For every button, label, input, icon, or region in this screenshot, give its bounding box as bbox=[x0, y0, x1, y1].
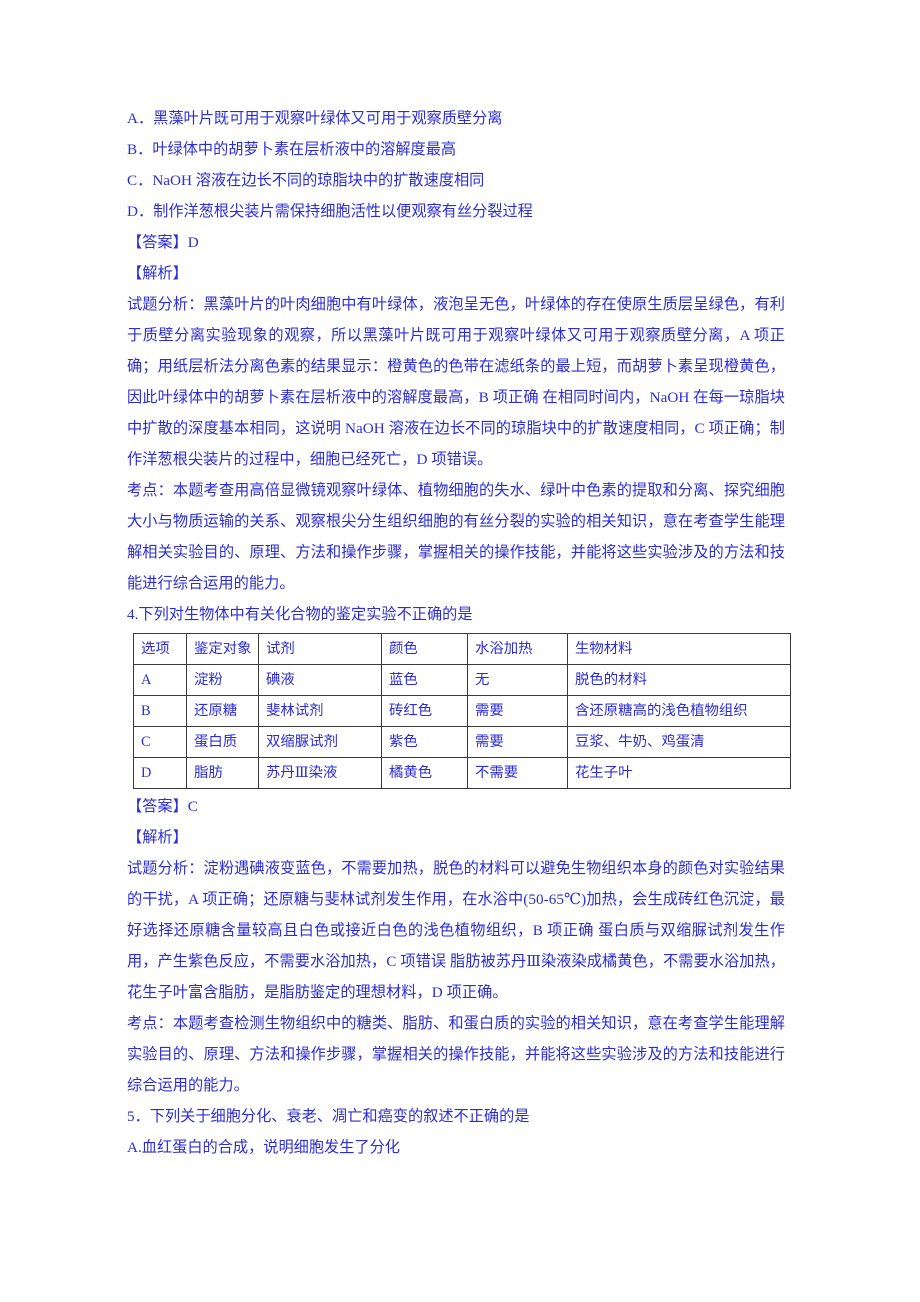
document-page: A．黑藻叶片既可用于观察叶绿体又可用于观察质壁分离 B．叶绿体中的胡萝卜素在层析… bbox=[0, 0, 920, 1302]
q5-option-a-label: A. bbox=[127, 1139, 142, 1156]
table-cell: B bbox=[133, 695, 187, 727]
q3-option-a: A．黑藻叶片既可用于观察叶绿体又可用于观察质壁分离 bbox=[127, 103, 785, 134]
q3-kaodian-paragraph: 考点：本题考查用高倍显微镜观察叶绿体、植物细胞的失水、绿叶中色素的提取和分离、探… bbox=[127, 482, 785, 592]
q4-table: 选项 鉴定对象 试剂 颜色 水浴加热 生物材料 A 淀粉 碘液 蓝色 无 脱色的… bbox=[133, 633, 791, 789]
table-cell: 蛋白质 bbox=[186, 726, 259, 758]
q3-option-d: D．制作洋葱根尖装片需保持细胞活性以便观察有丝分裂过程 bbox=[127, 196, 785, 227]
table-cell: 豆浆、牛奶、鸡蛋清 bbox=[567, 726, 791, 758]
q4-analysis-paragraph: 试题分析：淀粉遇碘液变蓝色，不需要加热，脱色的材料可以避免生物组织本身的颜色对实… bbox=[127, 860, 785, 1001]
q5-option-a-text: 血红蛋白的合成，说明细胞发生了分化 bbox=[141, 1139, 400, 1156]
table-cell: D bbox=[133, 757, 187, 789]
table-cell: 需要 bbox=[467, 695, 568, 727]
q4-kaodian-paragraph: 考点：本题考查检测生物组织中的糖类、脂肪、和蛋白质的实验的相关知识，意在考查学生… bbox=[127, 1015, 785, 1094]
q3-option-b: B．叶绿体中的胡萝卜素在层析液中的溶解度最高 bbox=[127, 134, 785, 165]
table-cell: 紫色 bbox=[381, 726, 468, 758]
table-cell: 含还原糖高的浅色植物组织 bbox=[567, 695, 791, 727]
table-cell: 脱色的材料 bbox=[567, 664, 791, 696]
table-cell: 不需要 bbox=[467, 757, 568, 789]
table-header-cell: 生物材料 bbox=[567, 633, 791, 665]
q3-analysis-paragraph: 试题分析：黑藻叶片的叶肉细胞中有叶绿体，液泡呈无色，叶绿体的存在使原生质层呈绿色… bbox=[127, 296, 785, 468]
q3-option-b-text: 叶绿体中的胡萝卜素在层析液中的溶解度最高 bbox=[152, 141, 457, 158]
table-cell: C bbox=[133, 726, 187, 758]
q5-stem: 5．下列关于细胞分化、衰老、凋亡和癌变的叙述不正确的是 bbox=[127, 1108, 530, 1125]
q3-analysis-label: 【解析】 bbox=[127, 265, 188, 282]
q3-option-c: C．NaOH 溶液在边长不同的琼脂块中的扩散速度相同 bbox=[127, 165, 785, 196]
q3-option-c-text: NaOH 溶液在边长不同的琼脂块中的扩散速度相同 bbox=[152, 172, 485, 189]
q4-answer-label: 【答案】 bbox=[127, 798, 188, 815]
table-row: B 还原糖 斐林试剂 砖红色 需要 含还原糖高的浅色植物组织 bbox=[133, 695, 791, 727]
table-header-cell: 选项 bbox=[133, 633, 187, 665]
q4-stem: 4.下列对生物体中有关化合物的鉴定实验不正确的是 bbox=[127, 606, 473, 623]
q3-option-b-label: B． bbox=[127, 141, 153, 158]
table-header-cell: 颜色 bbox=[381, 633, 468, 665]
q4-answer-line: 【答案】C bbox=[127, 791, 785, 822]
table-header-cell: 鉴定对象 bbox=[186, 633, 259, 665]
q3-answer-value: D bbox=[187, 234, 199, 251]
q5-option-a: A.血红蛋白的合成，说明细胞发生了分化 bbox=[127, 1132, 785, 1163]
table-cell: 苏丹Ⅲ染液 bbox=[258, 757, 382, 789]
table-cell: 还原糖 bbox=[186, 695, 259, 727]
table-row: D 脂肪 苏丹Ⅲ染液 橘黄色 不需要 花生子叶 bbox=[133, 757, 791, 789]
table-cell: 橘黄色 bbox=[381, 757, 468, 789]
table-cell: 砖红色 bbox=[381, 695, 468, 727]
table-cell: 无 bbox=[467, 664, 568, 696]
q4-answer-value: C bbox=[187, 798, 198, 815]
table-cell: 碘液 bbox=[258, 664, 382, 696]
table-cell: 蓝色 bbox=[381, 664, 468, 696]
q3-option-c-label: C． bbox=[127, 172, 153, 189]
table-cell: 需要 bbox=[467, 726, 568, 758]
table-cell: 斐林试剂 bbox=[258, 695, 382, 727]
q3-option-d-label: D． bbox=[127, 203, 154, 220]
q3-answer-label: 【答案】 bbox=[127, 234, 188, 251]
table-row: A 淀粉 碘液 蓝色 无 脱色的材料 bbox=[133, 664, 791, 696]
q3-option-d-text: 制作洋葱根尖装片需保持细胞活性以便观察有丝分裂过程 bbox=[153, 203, 533, 220]
q4-analysis-label: 【解析】 bbox=[127, 829, 188, 846]
table-header-cell: 水浴加热 bbox=[467, 633, 568, 665]
table-cell: 双缩脲试剂 bbox=[258, 726, 382, 758]
table-header-row: 选项 鉴定对象 试剂 颜色 水浴加热 生物材料 bbox=[133, 633, 791, 665]
q3-answer-line: 【答案】D bbox=[127, 227, 785, 258]
table-cell: A bbox=[133, 664, 187, 696]
table-cell: 花生子叶 bbox=[567, 757, 791, 789]
table-cell: 脂肪 bbox=[186, 757, 259, 789]
q3-option-a-label: A． bbox=[127, 110, 154, 127]
table-row: C 蛋白质 双缩脲试剂 紫色 需要 豆浆、牛奶、鸡蛋清 bbox=[133, 726, 791, 758]
table-cell: 淀粉 bbox=[186, 664, 259, 696]
q3-option-a-text: 黑藻叶片既可用于观察叶绿体又可用于观察质壁分离 bbox=[153, 110, 503, 127]
table-header-cell: 试剂 bbox=[258, 633, 382, 665]
